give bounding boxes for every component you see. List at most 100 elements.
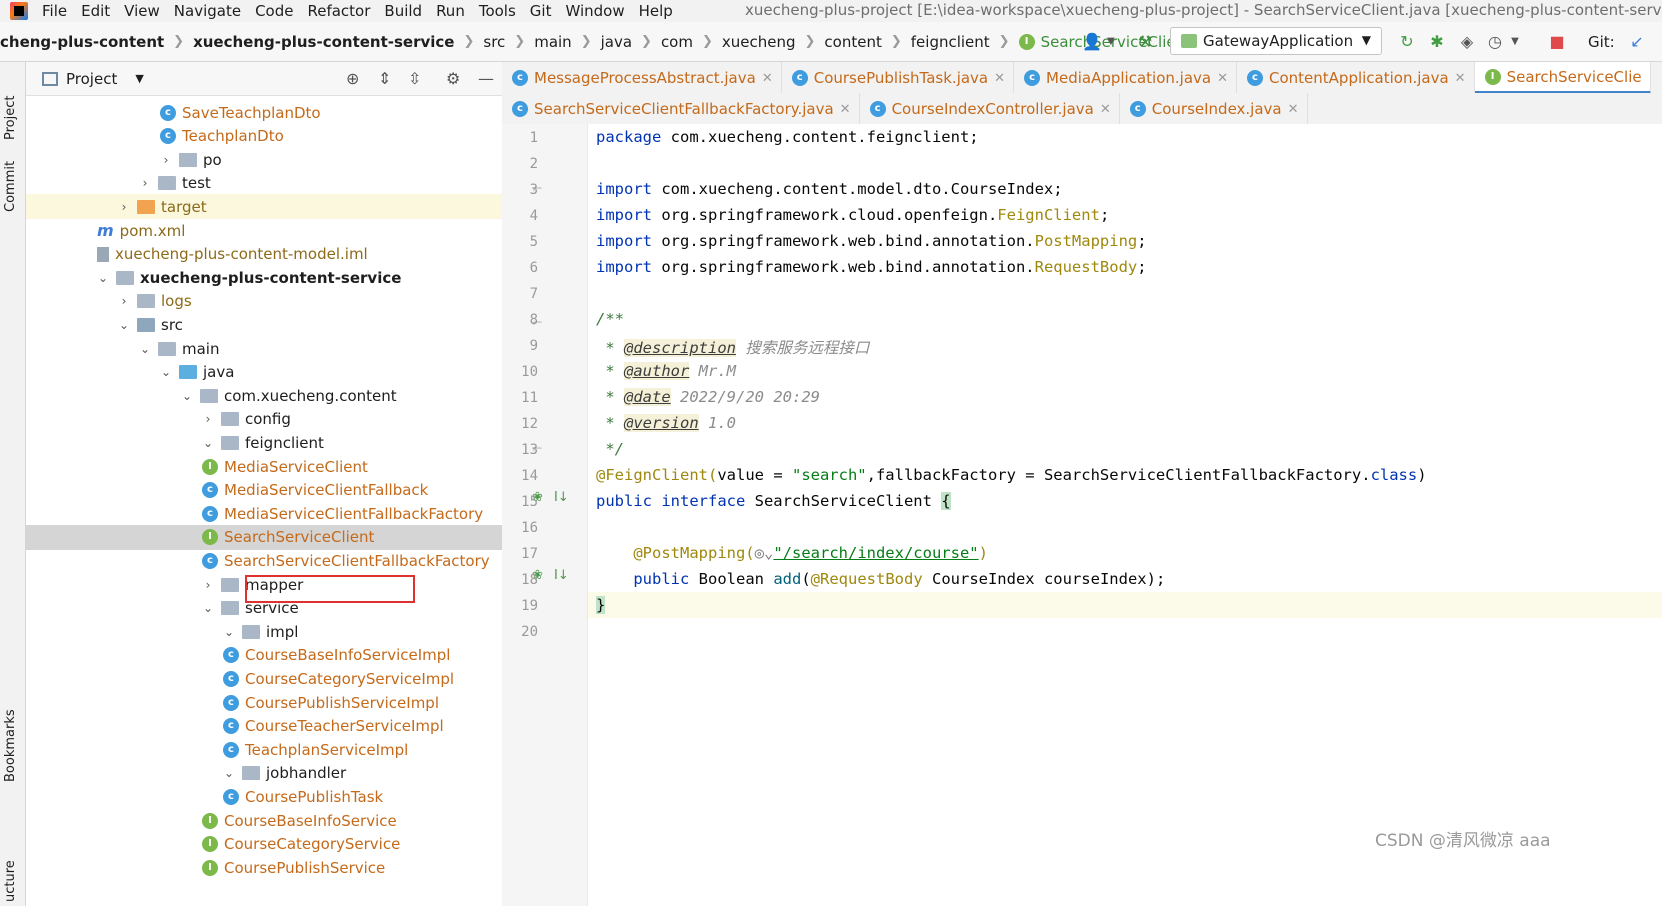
editor-tab[interactable]: I SearchServiceClie	[1474, 62, 1651, 93]
editor-tab[interactable]: c CourseIndexController.java ✕	[860, 93, 1120, 124]
locate-target-icon[interactable]: ⊕	[346, 70, 359, 88]
chevron-down-icon[interactable]: ⌄	[117, 318, 131, 332]
debug-bug-icon[interactable]: ✱	[1428, 33, 1446, 51]
chevron-right-icon[interactable]: ›	[117, 294, 131, 308]
menu-file[interactable]: File	[42, 2, 67, 20]
user-icon[interactable]: 👤	[1082, 33, 1102, 51]
collapse-all-icon[interactable]: ⇳	[408, 70, 421, 88]
tree-file[interactable]: c CourseTeacherServiceImpl	[26, 714, 530, 739]
structure-tool-tab[interactable]: ucture	[3, 860, 18, 902]
editor-tab[interactable]: c CourseIndex.java ✕	[1120, 93, 1308, 124]
chevron-down-icon[interactable]: ▼	[1506, 33, 1524, 51]
tree-file[interactable]: m pom.xml	[26, 218, 530, 243]
menu-view[interactable]: View	[124, 2, 160, 20]
chevron-right-icon[interactable]: ›	[138, 176, 152, 190]
tree-folder[interactable]: ⌄ java	[26, 360, 530, 385]
tree-folder[interactable]: › po	[26, 147, 530, 172]
tree-file[interactable]: c MediaServiceClientFallbackFactory	[26, 501, 530, 526]
chevron-right-icon[interactable]: ›	[159, 153, 173, 167]
breadcrumb-xuecheng[interactable]: xuecheng	[722, 33, 796, 51]
bookmarks-tool-tab[interactable]: Bookmarks	[3, 709, 18, 782]
tree-file[interactable]: I SearchServiceClient	[26, 524, 530, 550]
coverage-icon[interactable]: ◈	[1458, 33, 1476, 51]
menu-build[interactable]: Build	[384, 2, 422, 20]
chevron-down-icon[interactable]: ⌄	[201, 436, 215, 450]
editor-tab[interactable]: c CoursePublishTask.java ✕	[782, 62, 1015, 93]
tree-file[interactable]: c CoursePublishTask	[26, 784, 530, 809]
tree-file[interactable]: c TeachplanServiceImpl	[26, 737, 530, 762]
menu-edit[interactable]: Edit	[81, 2, 110, 20]
project-tool-tab[interactable]: Project	[3, 96, 18, 140]
menu-code[interactable]: Code	[255, 2, 293, 20]
close-icon[interactable]: ✕	[1455, 71, 1466, 86]
tree-file[interactable]: xuecheng-plus-content-model.iml	[26, 242, 530, 267]
expand-all-icon[interactable]: ⇕	[378, 70, 391, 88]
chevron-right-icon[interactable]: ›	[117, 200, 131, 214]
tree-folder[interactable]: › target	[26, 194, 530, 220]
tree-file[interactable]: I CourseCategoryService	[26, 832, 530, 857]
menu-git[interactable]: Git	[530, 2, 552, 20]
breadcrumb-src[interactable]: src	[483, 33, 505, 51]
project-panel-title[interactable]: Project	[66, 70, 117, 88]
breadcrumb-module-content[interactable]: cheng-plus-content	[0, 33, 164, 51]
git-update-icon[interactable]: ↙	[1628, 33, 1646, 51]
editor-tab[interactable]: c MessageProcessAbstract.java ✕	[502, 62, 782, 93]
tree-file[interactable]: I CoursePublishService	[26, 855, 530, 880]
menu-run[interactable]: Run	[436, 2, 465, 20]
implemented-by-icon[interactable]: I↓	[554, 490, 569, 505]
chevron-down-icon[interactable]: ⌄	[201, 601, 215, 615]
tree-folder[interactable]: ⌄ feignclient	[26, 430, 530, 455]
breadcrumb-java[interactable]: java	[601, 33, 632, 51]
tree-folder[interactable]: ⌄ xuecheng-plus-content-service	[26, 265, 530, 290]
chevron-down-icon[interactable]: ▼	[135, 72, 143, 85]
chevron-down-icon[interactable]: ▼	[1102, 33, 1120, 51]
tree-file[interactable]: c CourseCategoryServiceImpl	[26, 666, 530, 691]
editor-tab[interactable]: c MediaApplication.java ✕	[1014, 62, 1237, 93]
run-configuration-select[interactable]: GatewayApplication ▼	[1170, 27, 1382, 55]
tree-file[interactable]: c SaveTeachplanDto	[26, 100, 530, 125]
menu-help[interactable]: Help	[639, 2, 673, 20]
tree-file[interactable]: I CourseBaseInfoService	[26, 808, 530, 833]
menu-refactor[interactable]: Refactor	[307, 2, 370, 20]
tree-folder[interactable]: ⌄ src	[26, 312, 530, 337]
chevron-down-icon[interactable]: ⌄	[159, 365, 173, 379]
code-editor[interactable]: ⌐ ⌐ ⌐ ⌐ ❀ I↓ ❀ I↓ 1 2 3 4 5 6 7 8 9 10 11 12 13 14 15 1…	[502, 124, 1662, 906]
breadcrumb-main[interactable]: main	[534, 33, 571, 51]
chevron-down-icon[interactable]: ⌄	[96, 271, 110, 285]
gear-icon[interactable]: ⚙	[446, 70, 460, 88]
tree-folder[interactable]: ⌄ jobhandler	[26, 761, 530, 786]
globe-icon[interactable]: ◎⌄	[755, 544, 774, 562]
tree-folder[interactable]: ⌄ main	[26, 336, 530, 361]
close-icon[interactable]: ✕	[1100, 102, 1111, 117]
intellij-logo-icon[interactable]	[10, 2, 28, 20]
breadcrumb-module-service[interactable]: xuecheng-plus-content-service	[193, 33, 454, 51]
chevron-down-icon[interactable]: ⌄	[180, 389, 194, 403]
breadcrumb-feignclient[interactable]: feignclient	[911, 33, 990, 51]
close-icon[interactable]: ✕	[1217, 71, 1228, 86]
tree-folder[interactable]: › test	[26, 171, 530, 196]
stop-icon[interactable]: ■	[1548, 33, 1566, 51]
chevron-down-icon[interactable]: ⌄	[222, 625, 236, 639]
menu-navigate[interactable]: Navigate	[174, 2, 241, 20]
close-icon[interactable]: ✕	[840, 102, 851, 117]
minimize-icon[interactable]: —	[478, 70, 494, 88]
close-icon[interactable]: ✕	[1288, 102, 1299, 117]
chevron-right-icon[interactable]: ›	[201, 578, 215, 592]
editor-tab[interactable]: c SearchServiceClientFallbackFactory.java…	[502, 93, 860, 124]
breadcrumb-com[interactable]: com	[661, 33, 693, 51]
commit-tool-tab[interactable]: Commit	[3, 161, 18, 212]
rerun-icon[interactable]: ↻	[1398, 33, 1416, 51]
menu-tools[interactable]: Tools	[479, 2, 516, 20]
tree-file[interactable]: c SearchServiceClientFallbackFactory	[26, 548, 530, 573]
close-icon[interactable]: ✕	[762, 71, 773, 86]
breadcrumb-content[interactable]: content	[824, 33, 881, 51]
tree-folder[interactable]: › logs	[26, 289, 530, 314]
menu-window[interactable]: Window	[565, 2, 624, 20]
tree-folder[interactable]: › config	[26, 407, 530, 432]
chevron-down-icon[interactable]: ⌄	[138, 342, 152, 356]
tree-folder[interactable]: ⌄ impl	[26, 619, 530, 644]
tree-file[interactable]: c MediaServiceClientFallback	[26, 478, 530, 503]
chevron-down-icon[interactable]: ⌄	[222, 766, 236, 780]
tree-file[interactable]: c CoursePublishServiceImpl	[26, 690, 530, 715]
implemented-by-icon[interactable]: I↓	[554, 568, 569, 583]
